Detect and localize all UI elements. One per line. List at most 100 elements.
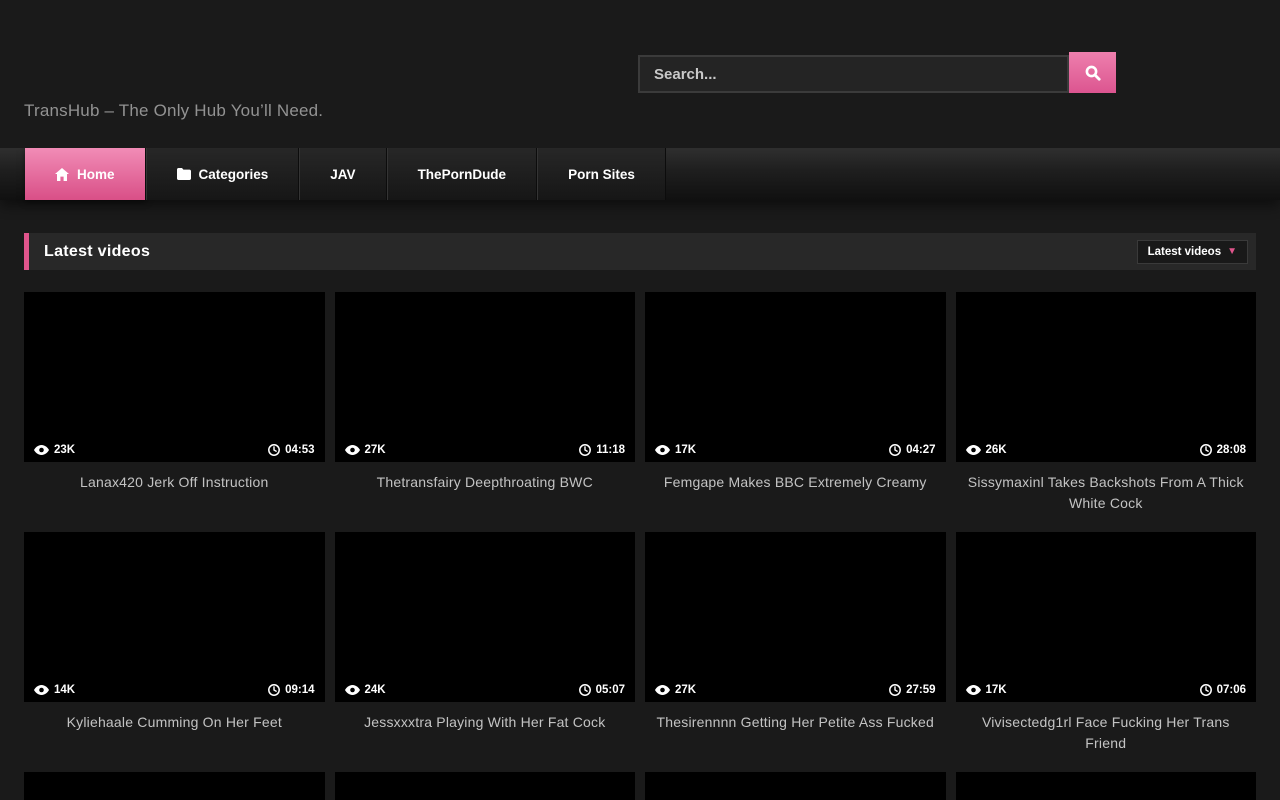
search-input[interactable] [638, 55, 1069, 93]
duration-value: 11:18 [596, 444, 625, 456]
video-thumbnail[interactable]: 17K 04:27 [645, 292, 946, 462]
home-icon [55, 168, 69, 181]
video-card-partial[interactable] [956, 772, 1257, 800]
video-title[interactable]: Sissymaxinl Takes Backshots From A Thick… [956, 462, 1257, 514]
views-meta: 26K [966, 444, 1007, 456]
video-grid: 23K 04:53 Lanax420 Jerk Off Instruction [24, 292, 1256, 800]
clock-icon [889, 444, 901, 456]
clock-icon [579, 444, 591, 456]
view-count: 23K [54, 444, 75, 456]
duration-value: 05:07 [596, 684, 625, 696]
eye-icon [34, 445, 49, 455]
top-header: TransHub – The Only Hub You’ll Need. [0, 0, 1280, 148]
thumbnail-meta-bar: 24K 05:07 [335, 678, 636, 702]
video-thumbnail[interactable]: 14K 09:14 [24, 532, 325, 702]
duration-value: 09:14 [285, 684, 314, 696]
eye-icon [966, 685, 981, 695]
video-title[interactable]: Jessxxxtra Playing With Her Fat Cock [335, 702, 636, 733]
thumbnail-meta-bar: 14K 09:14 [24, 678, 325, 702]
views-meta: 14K [34, 684, 75, 696]
folder-icon [177, 168, 191, 180]
duration-meta: 07:06 [1200, 684, 1246, 696]
video-card[interactable]: 14K 09:14 Kyliehaale Cumming On Her Feet [24, 532, 325, 772]
duration-meta: 11:18 [579, 444, 625, 456]
duration-meta: 28:08 [1200, 444, 1246, 456]
video-card[interactable]: 17K 04:27 Femgape Makes BBC Extremely Cr… [645, 292, 946, 532]
nav-tab-label: JAV [330, 167, 355, 182]
video-card[interactable]: 17K 07:06 Vivisectedg1rl Face Fucking He… [956, 532, 1257, 772]
nav-tab-home[interactable]: Home [25, 148, 146, 200]
clock-icon [268, 444, 280, 456]
video-thumbnail[interactable]: 23K 04:53 [24, 292, 325, 462]
video-title[interactable]: Femgape Makes BBC Extremely Creamy [645, 462, 946, 493]
nav-tab-jav[interactable]: JAV [299, 148, 386, 200]
video-thumbnail[interactable]: 26K 28:08 [956, 292, 1257, 462]
duration-value: 07:06 [1217, 684, 1246, 696]
chevron-down-icon: ▼ [1227, 247, 1237, 257]
video-thumbnail[interactable]: 17K 07:06 [956, 532, 1257, 702]
video-card[interactable]: 23K 04:53 Lanax420 Jerk Off Instruction [24, 292, 325, 532]
video-title[interactable]: Vivisectedg1rl Face Fucking Her Trans Fr… [956, 702, 1257, 754]
nav-tab-label: ThePornDude [418, 167, 507, 182]
video-card-partial[interactable] [645, 772, 946, 800]
thumbnail-meta-bar: 17K 04:27 [645, 438, 946, 462]
view-count: 26K [986, 444, 1007, 456]
eye-icon [345, 685, 360, 695]
nav-tab-label: Categories [199, 167, 269, 182]
video-thumbnail[interactable] [335, 772, 636, 800]
view-count: 27K [365, 444, 386, 456]
nav-tab-label: Home [77, 167, 115, 182]
eye-icon [345, 445, 360, 455]
video-thumbnail[interactable]: 27K 27:59 [645, 532, 946, 702]
site-tagline: TransHub – The Only Hub You’ll Need. [24, 101, 323, 121]
eye-icon [34, 685, 49, 695]
video-card[interactable]: 27K 11:18 Thetransfairy Deepthroating BW… [335, 292, 636, 532]
eye-icon [966, 445, 981, 455]
views-meta: 17K [655, 444, 696, 456]
duration-meta: 04:53 [268, 444, 314, 456]
nav-tab-categories[interactable]: Categories [146, 148, 300, 200]
search-icon [1084, 64, 1102, 82]
clock-icon [579, 684, 591, 696]
views-meta: 24K [345, 684, 386, 696]
clock-icon [268, 684, 280, 696]
sort-dropdown[interactable]: Latest videos ▼ [1137, 240, 1248, 264]
video-title[interactable]: Thesirennnn Getting Her Petite Ass Fucke… [645, 702, 946, 733]
duration-meta: 09:14 [268, 684, 314, 696]
video-thumbnail[interactable] [24, 772, 325, 800]
clock-icon [889, 684, 901, 696]
video-card[interactable]: 24K 05:07 Jessxxxtra Playing With Her Fa… [335, 532, 636, 772]
video-thumbnail[interactable] [645, 772, 946, 800]
video-card[interactable]: 26K 28:08 Sissymaxinl Takes Backshots Fr… [956, 292, 1257, 532]
views-meta: 17K [966, 684, 1007, 696]
views-meta: 27K [655, 684, 696, 696]
view-count: 24K [365, 684, 386, 696]
duration-meta: 05:07 [579, 684, 625, 696]
eye-icon [655, 685, 670, 695]
clock-icon [1200, 444, 1212, 456]
nav-tab-porn-sites[interactable]: Porn Sites [537, 148, 666, 200]
nav-tab-theporndude[interactable]: ThePornDude [387, 148, 538, 200]
thumbnail-meta-bar: 27K 27:59 [645, 678, 946, 702]
view-count: 17K [986, 684, 1007, 696]
clock-icon [1200, 684, 1212, 696]
video-thumbnail[interactable]: 24K 05:07 [335, 532, 636, 702]
video-card[interactable]: 27K 27:59 Thesirennnn Getting Her Petite… [645, 532, 946, 772]
video-title[interactable]: Lanax420 Jerk Off Instruction [24, 462, 325, 493]
video-title[interactable]: Thetransfairy Deepthroating BWC [335, 462, 636, 493]
video-card-partial[interactable] [335, 772, 636, 800]
section-header: Latest videos Latest videos ▼ [24, 233, 1256, 270]
video-thumbnail[interactable] [956, 772, 1257, 800]
eye-icon [655, 445, 670, 455]
video-thumbnail[interactable]: 27K 11:18 [335, 292, 636, 462]
search-form [638, 52, 1116, 93]
views-meta: 27K [345, 444, 386, 456]
main-content: Latest videos Latest videos ▼ 23K [24, 233, 1256, 800]
search-button[interactable] [1069, 52, 1116, 93]
video-title[interactable]: Kyliehaale Cumming On Her Feet [24, 702, 325, 733]
views-meta: 23K [34, 444, 75, 456]
section-title: Latest videos [44, 243, 150, 261]
video-card-partial[interactable] [24, 772, 325, 800]
duration-value: 28:08 [1217, 444, 1246, 456]
view-count: 17K [675, 444, 696, 456]
